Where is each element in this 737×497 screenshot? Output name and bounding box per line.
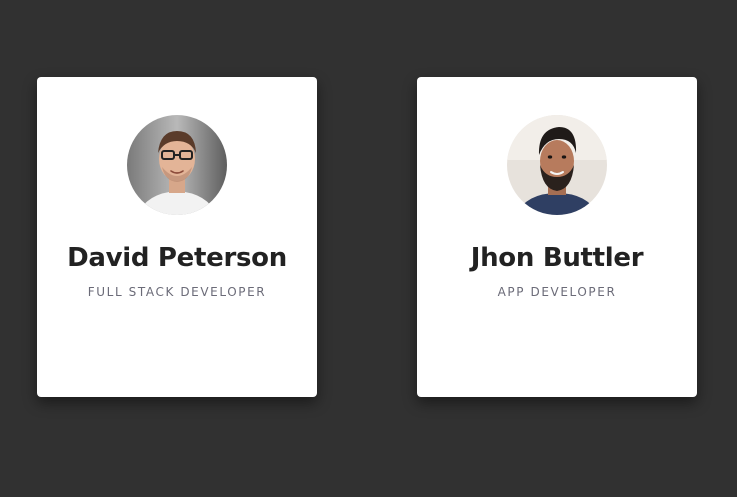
avatar-david-peterson-icon [127,115,227,215]
profile-name: David Peterson [67,243,287,273]
avatar [127,115,227,215]
profile-card-jhon-buttler: Jhon Buttler APP DEVELOPER [417,77,697,397]
profile-role: FULL STACK DEVELOPER [87,285,267,299]
profile-role: APP DEVELOPER [497,285,617,299]
avatar [507,115,607,215]
profile-name: Jhon Buttler [470,243,644,273]
avatar-jhon-buttler-icon [507,115,607,215]
profile-card-david-peterson: David Peterson FULL STACK DEVELOPER [37,77,317,397]
